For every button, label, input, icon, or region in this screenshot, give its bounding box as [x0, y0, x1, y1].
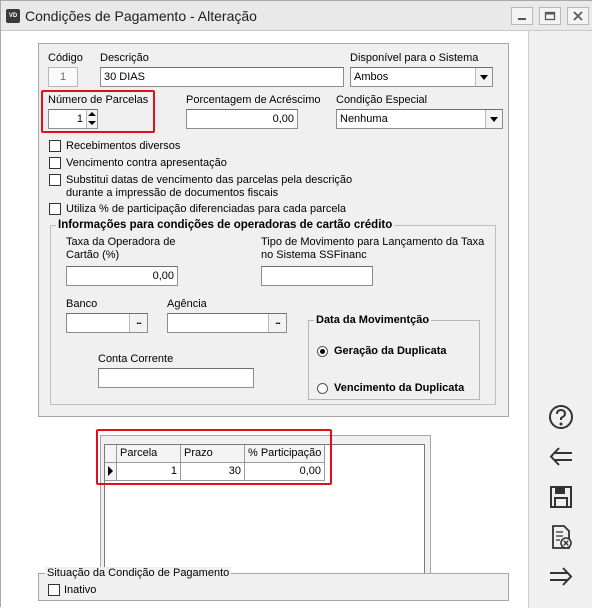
- acrescimo-field[interactable]: 0,00: [186, 109, 298, 129]
- conta-corrente-field[interactable]: [98, 368, 254, 388]
- ellipsis-icon[interactable]: ...: [268, 314, 286, 332]
- window: VD Condições de Pagamento - Alteração Có…: [0, 0, 592, 608]
- maximize-button[interactable]: [539, 7, 561, 25]
- cartao-group: Informações para condições de operadoras…: [50, 219, 496, 405]
- descricao-label: Descrição: [100, 52, 149, 64]
- floppy-disk-icon: [550, 486, 572, 508]
- substitui-label: Substitui datas de vencimento das parcel…: [66, 174, 353, 186]
- highlight-grid: [96, 429, 332, 485]
- title-bar: VD Condições de Pagamento - Alteração: [1, 1, 592, 31]
- substitui-checkbox[interactable]: [49, 174, 61, 186]
- back-button[interactable]: [539, 439, 583, 475]
- agencia-field[interactable]: ...: [167, 313, 287, 333]
- close-icon: [573, 11, 583, 21]
- geracao-radio[interactable]: [317, 346, 328, 357]
- banco-label: Banco: [66, 298, 98, 310]
- arrow-left-icon: [549, 447, 572, 466]
- vencimento-duplicata-label: Vencimento da Duplicata: [334, 382, 465, 394]
- geracao-label: Geração da Duplicata: [334, 345, 447, 357]
- minimize-button[interactable]: [511, 7, 533, 25]
- sistema-label: Disponível para o Sistema: [350, 52, 479, 64]
- tipo-movimento-label-line2: no Sistema SSFinanc: [261, 249, 367, 261]
- app-icon: VD: [6, 9, 20, 23]
- participacao-checkbox[interactable]: [49, 203, 61, 215]
- banco-field[interactable]: ...: [66, 313, 148, 333]
- chevron-down-icon[interactable]: [475, 68, 492, 86]
- vencimento-radio[interactable]: [317, 383, 328, 394]
- agencia-label: Agência: [167, 298, 207, 310]
- situacao-group: Situação da Condição de Pagamento Inativ…: [38, 567, 509, 601]
- inativo-checkbox[interactable]: [48, 584, 60, 596]
- maximize-icon: [544, 11, 556, 21]
- help-button[interactable]: [539, 399, 583, 435]
- participacao-label: Utiliza % de participação diferenciadas …: [66, 203, 347, 215]
- vencimento-label: Vencimento contra apresentação: [66, 157, 227, 169]
- condicao-label: Condição Especial: [336, 94, 428, 106]
- cartao-title: Informações para condições de operadoras…: [56, 219, 395, 231]
- main-panel: Código 1 Descrição 30 DIAS Disponível pa…: [1, 31, 529, 608]
- next-button[interactable]: [539, 559, 583, 595]
- situacao-title: Situação da Condição de Pagamento: [45, 567, 232, 579]
- movimentacao-group: Data da Movimentção Geração da Duplicata…: [308, 314, 480, 400]
- conta-corrente-label: Conta Corrente: [98, 353, 174, 365]
- tipo-movimento-field[interactable]: [261, 266, 373, 286]
- substitui-label-line2: durante a impressão de documentos fiscai…: [66, 187, 279, 199]
- arrow-right-icon: [550, 567, 573, 586]
- acrescimo-label: Porcentagem de Acréscimo: [186, 94, 321, 106]
- close-button[interactable]: [567, 7, 589, 25]
- codigo-label: Código: [48, 52, 83, 64]
- descricao-field[interactable]: 30 DIAS: [100, 67, 344, 87]
- highlight-parcelas: [41, 90, 155, 133]
- condicao-select[interactable]: Nenhuma: [336, 109, 503, 129]
- chevron-down-icon[interactable]: [485, 110, 502, 128]
- cancel-button[interactable]: [539, 519, 583, 555]
- condicao-value: Nenhuma: [340, 113, 388, 125]
- movimentacao-title: Data da Movimentção: [314, 314, 432, 326]
- window-title: Condições de Pagamento - Alteração: [25, 8, 257, 24]
- tipo-movimento-label: Tipo de Movimento para Lançamento da Tax…: [261, 236, 485, 248]
- codigo-field[interactable]: 1: [48, 67, 78, 87]
- taxa-label: Taxa da Operadora de: [66, 236, 176, 248]
- recebimentos-checkbox[interactable]: [49, 140, 61, 152]
- sistema-select[interactable]: Ambos: [350, 67, 493, 87]
- side-toolbar: [529, 31, 592, 608]
- vencimento-checkbox[interactable]: [49, 157, 61, 169]
- taxa-field[interactable]: 0,00: [66, 266, 178, 286]
- minimize-icon: [518, 18, 526, 20]
- document-x-icon: [552, 525, 572, 549]
- ellipsis-icon[interactable]: ...: [129, 314, 147, 332]
- help-icon: [549, 405, 573, 429]
- save-button[interactable]: [539, 479, 583, 515]
- inativo-label: Inativo: [64, 584, 97, 596]
- recebimentos-label: Recebimentos diversos: [66, 140, 181, 152]
- taxa-label-line2: Cartão (%): [66, 249, 120, 261]
- sistema-value: Ambos: [354, 71, 389, 83]
